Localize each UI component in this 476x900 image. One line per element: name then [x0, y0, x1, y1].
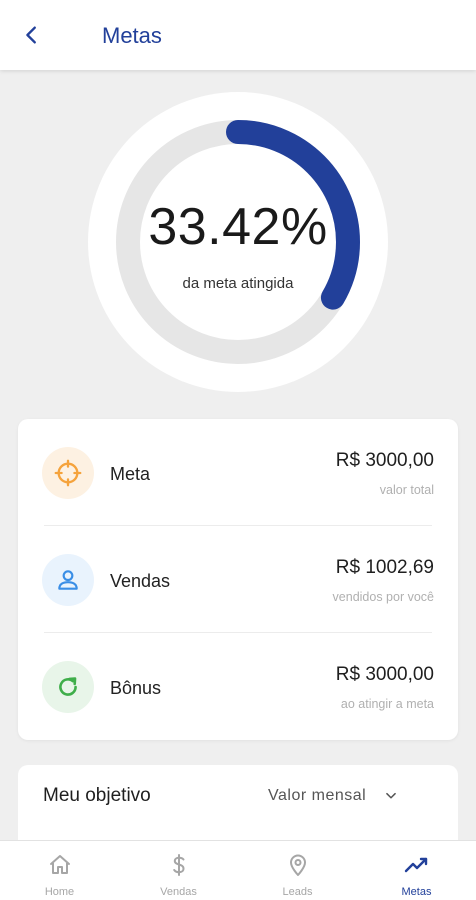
app-header: Metas [0, 0, 476, 70]
nav-label: Metas [401, 886, 432, 898]
row-label: Meta [110, 464, 151, 484]
user-icon [58, 570, 78, 590]
nav-label: Home [44, 886, 75, 898]
bottom-navigation: Home Vendas Leads Metas [0, 840, 476, 900]
home-icon [49, 855, 70, 874]
row-amount: R$ 3000,00 [335, 664, 434, 685]
objective-title: Meu objetivo [43, 785, 151, 806]
goal-summary-card: Meta R$ 3000,00 valor total Vendas R$ 10… [18, 419, 458, 740]
summary-row-vendas: Vendas R$ 1002,69 vendidos por você [18, 526, 458, 633]
trending-up-icon [404, 857, 427, 873]
target-icon [54, 459, 82, 487]
row-amount: R$ 1002,69 [335, 557, 434, 578]
page-title: Metas [102, 23, 162, 48]
back-button[interactable] [18, 21, 46, 49]
objective-period-select[interactable]: Valor mensal [268, 782, 428, 810]
row-amount: R$ 3000,00 [335, 450, 434, 471]
objective-select-value: Valor mensal [268, 787, 367, 804]
goal-progress-gauge: 33.42% da meta atingida [88, 92, 388, 392]
chevron-left-icon [26, 26, 36, 44]
nav-item-home[interactable]: Home [0, 841, 119, 900]
progress-caption: da meta atingida [182, 275, 294, 292]
summary-row-bonus: Bônus R$ 3000,00 ao atingir a meta [18, 633, 458, 740]
row-subtitle: vendidos por você [332, 590, 434, 604]
nav-item-metas[interactable]: Metas [357, 841, 476, 900]
nav-item-leads[interactable]: Leads [238, 841, 357, 900]
summary-row-meta: Meta R$ 3000,00 valor total [18, 419, 458, 526]
refresh-icon [59, 677, 77, 696]
row-label: Vendas [110, 571, 171, 591]
row-subtitle: valor total [379, 483, 434, 497]
bonus-icon-badge [42, 661, 94, 713]
nav-label: Vendas [160, 886, 197, 898]
chevron-down-icon [386, 792, 397, 799]
vendas-icon-badge [42, 554, 94, 606]
meta-icon-badge [42, 447, 94, 499]
nav-label: Leads [282, 886, 313, 898]
location-pin-icon [289, 854, 306, 876]
progress-percentage: 33.42% [148, 198, 328, 256]
nav-item-vendas[interactable]: Vendas [119, 841, 238, 900]
row-subtitle: ao atingir a meta [340, 697, 434, 711]
dollar-icon [172, 854, 185, 876]
row-label: Bônus [110, 678, 162, 698]
